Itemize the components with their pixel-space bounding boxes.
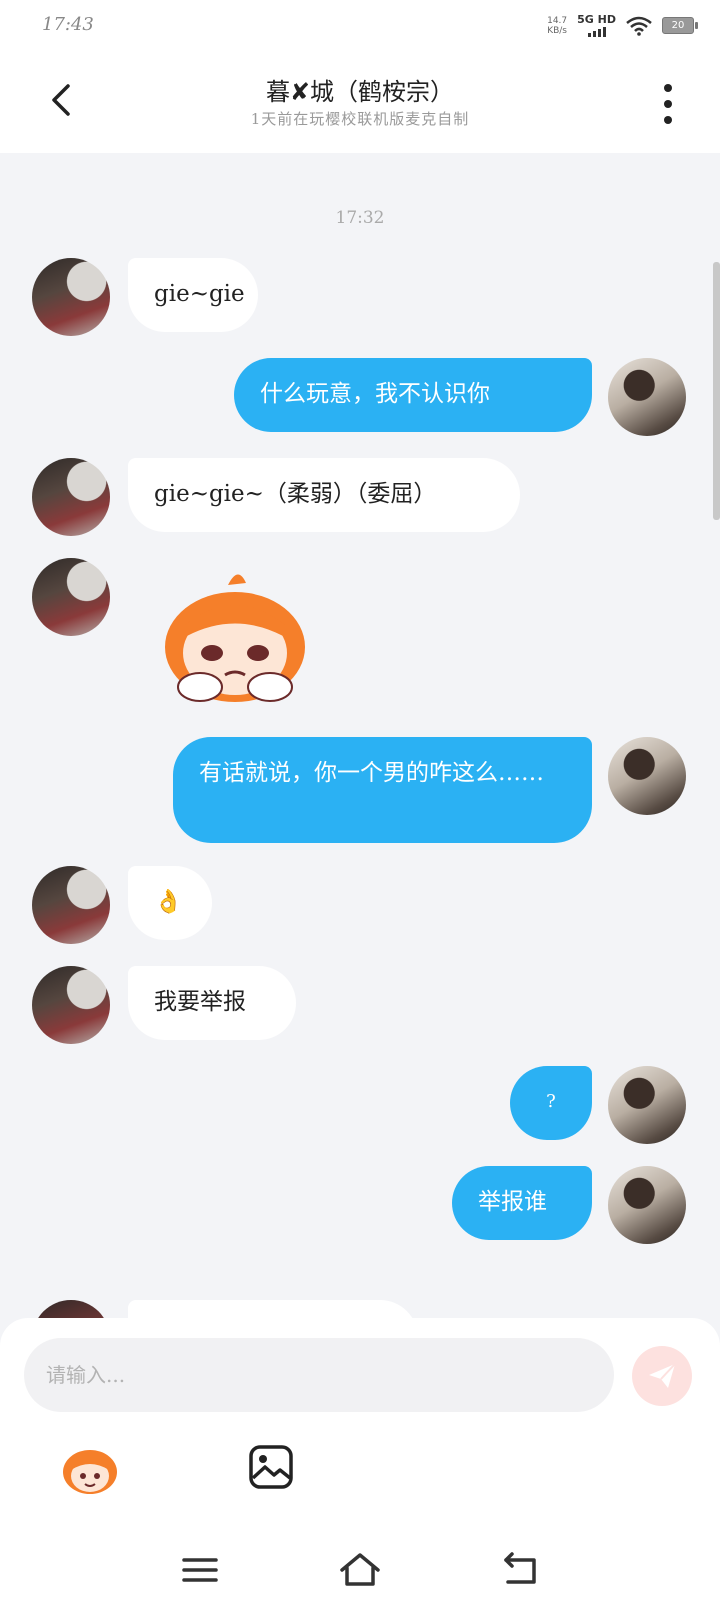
chat-timestamp: 17:32 (335, 208, 385, 228)
send-button[interactable] (632, 1346, 692, 1406)
image-icon[interactable] (248, 1444, 294, 1490)
battery-icon: 20 (662, 17, 698, 34)
message-bubble[interactable]: gie~gie~（柔弱）（委屈） (128, 458, 520, 532)
message-bubble[interactable]: 有话就说，你一个男的咋这么…… (173, 737, 592, 843)
signal-icon: 5G HD (577, 14, 616, 37)
avatar[interactable] (608, 1066, 686, 1144)
net-speed: 14.7 KB/s (547, 15, 568, 36)
avatar[interactable] (32, 966, 110, 1044)
chat-header: 暮✘城（鹤桉宗） 1天前在玩樱校联机版麦克自制 (0, 50, 720, 153)
message-bubble[interactable]: gie~gie (128, 258, 258, 332)
scrollbar[interactable] (713, 262, 720, 520)
wifi-icon (626, 16, 652, 36)
status-time: 17:43 (42, 14, 94, 35)
avatar[interactable] (608, 737, 686, 815)
message-bubble[interactable]: 我要举报 (128, 966, 296, 1040)
menu-icon[interactable] (178, 1550, 222, 1590)
avatar[interactable] (32, 458, 110, 536)
home-icon[interactable] (338, 1550, 382, 1590)
avatar[interactable] (32, 558, 110, 636)
send-icon (649, 1363, 676, 1388)
more-icon[interactable] (660, 84, 676, 124)
return-icon[interactable] (498, 1550, 542, 1590)
chat-title: 暮✘城（鹤桉宗） (265, 78, 455, 106)
chat-subtitle: 1天前在玩樱校联机版麦克自制 (250, 110, 470, 128)
sticker-image[interactable] (150, 565, 320, 705)
avatar[interactable] (608, 358, 686, 436)
message-bubble[interactable]: 举报谁 (452, 1166, 592, 1240)
avatar[interactable] (608, 1166, 686, 1244)
avatar[interactable] (32, 258, 110, 336)
message-input[interactable] (24, 1338, 614, 1412)
message-bubble[interactable]: 👌 (128, 866, 212, 940)
status-bar: 17:43 14.7 KB/s 5G HD 20 (0, 0, 720, 50)
message-bubble[interactable]: ? (510, 1066, 592, 1140)
avatar[interactable] (32, 866, 110, 944)
message-bubble[interactable]: 什么玩意，我不认识你 (234, 358, 592, 432)
status-icons: 14.7 KB/s 5G HD 20 (547, 14, 698, 37)
emoji-sticker-icon[interactable] (60, 1440, 120, 1496)
system-nav-bar (0, 1540, 720, 1612)
